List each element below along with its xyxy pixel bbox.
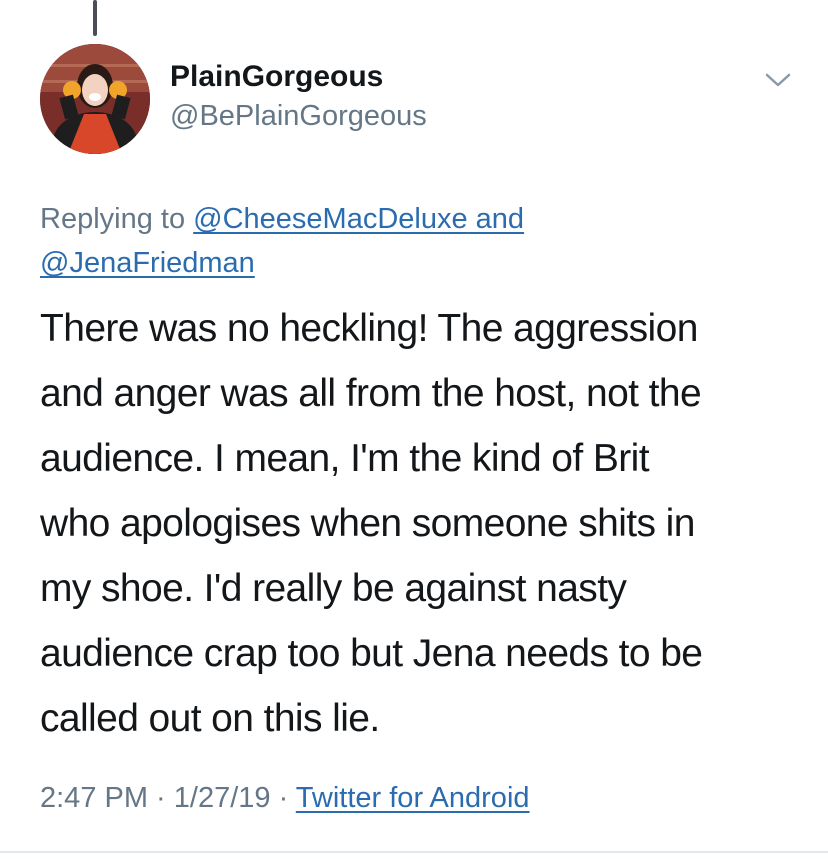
mention-link[interactable]: @JenaFriedman [40,247,255,279]
tweet-source-link[interactable]: Twitter for Android [296,782,530,814]
meta-separator: · [148,782,174,814]
tweet-text-line: audience. I mean, I'm the kind of Brit [40,437,650,480]
avatar[interactable] [40,44,150,154]
tweet-date: 1/27/19 [173,782,271,814]
mention-link[interactable]: @CheeseMacDeluxe and [193,203,524,235]
tweet-meta: 2:47 PM · 1/27/19 · Twitter for Android [40,782,530,815]
replying-to: Replying to @CheeseMacDeluxe and @JenaFr… [40,197,800,285]
tweet-text-line: There was no heckling! The aggression [40,307,698,350]
tweet-text: There was no heckling! The aggression an… [40,296,810,751]
tweet-text-line: and anger was all from the host, not the [40,372,702,415]
meta-separator: · [270,782,296,814]
tweet-time: 2:47 PM [40,782,148,814]
author-display-name[interactable]: PlainGorgeous [170,60,383,94]
avatar-image [40,44,150,154]
tweet-text-line: who apologises when someone shits in [40,502,695,545]
author-handle[interactable]: @BePlainGorgeous [170,100,427,133]
tweet-text-line: audience crap too but Jena needs to be [40,632,703,675]
replying-to-label: Replying to [40,203,194,235]
chevron-down-icon[interactable] [764,70,792,90]
tweet-text-line: called out on this lie. [40,697,380,740]
tweet-text-line: my shoe. I'd really be against nasty [40,567,627,610]
divider [0,851,828,853]
thread-connector-line [93,0,97,36]
